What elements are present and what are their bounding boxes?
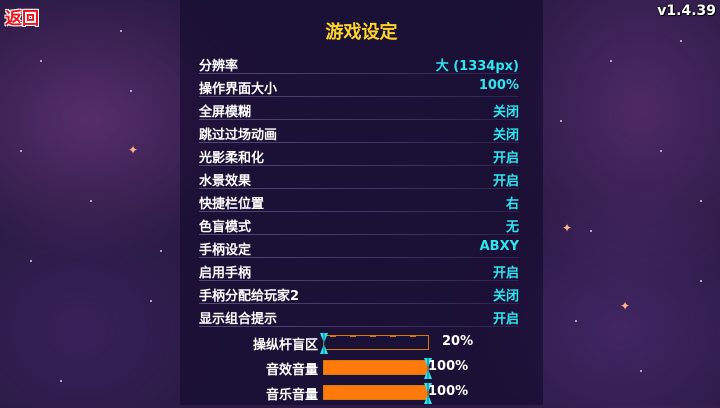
setting-label: 水景效果: [199, 174, 252, 189]
star: [20, 150, 22, 152]
slider-row-sfx-volume: 音效音量 100%: [180, 357, 543, 379]
star: [60, 380, 62, 382]
setting-row-soft-lighting[interactable]: 光影柔和化 开启: [199, 146, 519, 166]
setting-label: 全屏模糊: [199, 105, 252, 120]
slider-track[interactable]: [323, 358, 432, 379]
setting-label: 分辨率: [199, 59, 239, 74]
setting-label: 色盲模式: [199, 220, 252, 235]
track-dash: [350, 336, 356, 337]
star: [120, 30, 122, 32]
setting-row-controller-layout[interactable]: 手柄设定 ABXY: [199, 238, 519, 258]
setting-value[interactable]: 100%: [479, 78, 519, 93]
sparkle-star: ✦: [128, 143, 139, 157]
star: [700, 280, 702, 282]
setting-value[interactable]: 开启: [493, 170, 519, 189]
star: [575, 320, 577, 322]
row-divider: [199, 165, 519, 166]
sparkle-star: ✦: [562, 221, 573, 235]
row-divider: [199, 280, 519, 281]
setting-value[interactable]: 关闭: [493, 124, 519, 143]
sparkle-star: ✦: [620, 299, 631, 313]
star: [680, 40, 682, 42]
setting-value[interactable]: 关闭: [493, 285, 519, 304]
star: [160, 250, 162, 252]
star: [610, 60, 612, 62]
row-divider: [199, 119, 519, 120]
setting-row-hotbar-position[interactable]: 快捷栏位置 右: [199, 192, 519, 212]
row-divider: [199, 234, 519, 235]
panel-title: 游戏设定: [325, 22, 398, 43]
track-dash: [330, 336, 336, 337]
settings-panel: 游戏设定 分辨率 大 (1334px) 操作界面大小 100% 全屏模糊 关闭 …: [180, 0, 543, 405]
track-dash: [410, 336, 416, 337]
setting-row-ui-size[interactable]: 操作界面大小 100%: [199, 77, 519, 97]
row-divider: [199, 142, 519, 143]
setting-row-enable-controller[interactable]: 启用手柄 开启: [199, 261, 519, 281]
setting-row-controller-player2[interactable]: 手柄分配给玩家2 关闭: [199, 284, 519, 304]
setting-value[interactable]: 开启: [493, 147, 519, 166]
star: [640, 370, 642, 372]
setting-row-resolution[interactable]: 分辨率 大 (1334px): [199, 54, 519, 74]
star: [700, 200, 702, 202]
row-divider: [199, 326, 519, 327]
setting-label: 跳过过场动画: [199, 128, 278, 143]
row-divider: [199, 73, 519, 74]
back-button[interactable]: 返回: [5, 4, 39, 29]
slider-track[interactable]: [323, 383, 432, 404]
star: [30, 260, 32, 262]
slider-row-joystick-deadzone: 操纵杆盲区 20%: [180, 332, 543, 354]
setting-value[interactable]: 右: [506, 193, 519, 212]
setting-value[interactable]: 无: [506, 216, 519, 235]
slider-track[interactable]: [320, 333, 429, 354]
row-divider: [199, 211, 519, 212]
slider-fill: [324, 386, 428, 399]
setting-value[interactable]: ABXY: [480, 239, 519, 254]
slider-knob[interactable]: [320, 333, 328, 354]
setting-row-water-effects[interactable]: 水景效果 开启: [199, 169, 519, 189]
star: [660, 150, 662, 152]
slider-value: 100%: [428, 359, 469, 374]
slider-label: 音乐音量: [265, 388, 318, 403]
setting-row-fullscreen-blur[interactable]: 全屏模糊 关闭: [199, 100, 519, 120]
star: [590, 230, 592, 232]
slider-fill: [324, 361, 428, 374]
row-divider: [199, 188, 519, 189]
row-divider: [199, 257, 519, 258]
setting-label: 操作界面大小: [199, 82, 278, 97]
setting-label: 显示组合提示: [199, 312, 278, 327]
star: [40, 60, 42, 62]
setting-label: 光影柔和化: [199, 151, 265, 166]
setting-label: 快捷栏位置: [199, 197, 265, 212]
track-dash: [370, 336, 376, 337]
star: [560, 120, 562, 122]
row-divider: [199, 303, 519, 304]
setting-row-combo-hints[interactable]: 显示组合提示 开启: [199, 307, 519, 327]
slider-label: 音效音量: [265, 363, 318, 378]
star: [90, 200, 92, 202]
setting-row-skip-cutscenes[interactable]: 跳过过场动画 关闭: [199, 123, 519, 143]
track-dash: [390, 336, 396, 337]
slider-row-music-volume: 音乐音量 100%: [180, 382, 543, 404]
star: [150, 300, 152, 302]
setting-label: 启用手柄: [199, 266, 252, 281]
setting-label: 手柄设定: [199, 243, 252, 258]
setting-label: 手柄分配给玩家2: [199, 289, 300, 304]
row-divider: [199, 96, 519, 97]
setting-value[interactable]: 大 (1334px): [436, 55, 519, 74]
slider-value: 100%: [428, 384, 469, 399]
setting-row-colorblind-mode[interactable]: 色盲模式 无: [199, 215, 519, 235]
setting-value[interactable]: 开启: [493, 308, 519, 327]
slider-value: 20%: [442, 334, 474, 349]
version-label: v1.4.39: [657, 3, 716, 19]
setting-value[interactable]: 关闭: [493, 101, 519, 120]
slider-label: 操纵杆盲区: [252, 338, 318, 353]
star: [130, 90, 132, 92]
setting-value[interactable]: 开启: [493, 262, 519, 281]
